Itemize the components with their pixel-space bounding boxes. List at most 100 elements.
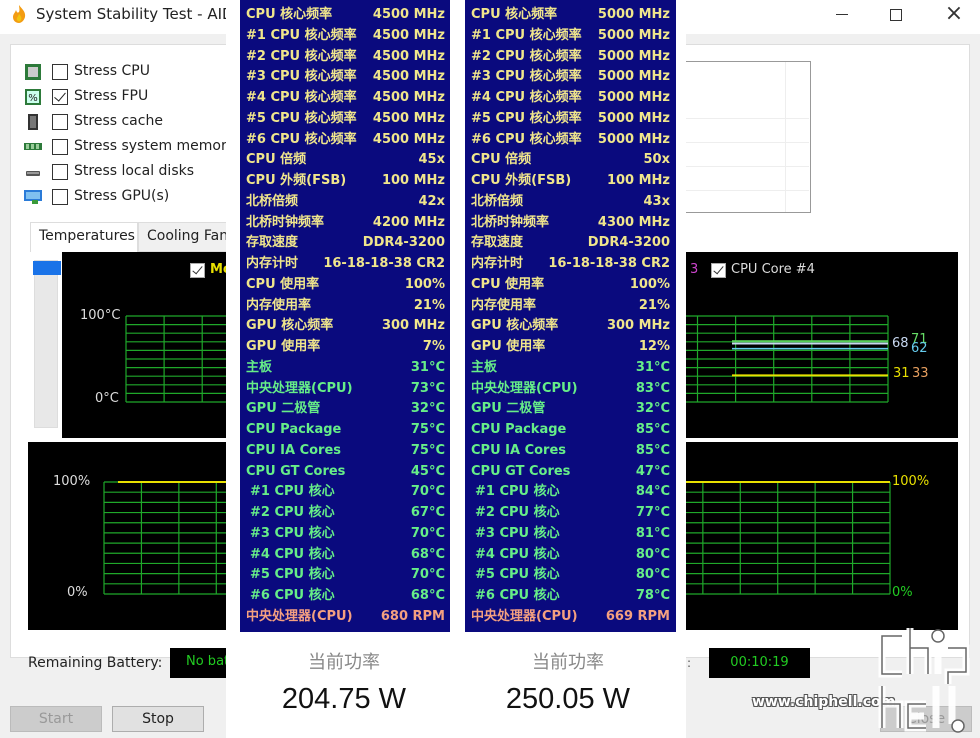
sensor-name: #1 CPU 核心频率 xyxy=(246,27,357,43)
minimize-button[interactable] xyxy=(822,2,862,26)
stress-cpu-checkbox[interactable] xyxy=(52,64,68,80)
sensor-name: #6 CPU 核心 xyxy=(475,588,560,603)
sensor-row: CPU GT Cores 45°C xyxy=(240,462,451,483)
sensor-name: #1 CPU 核心 xyxy=(475,484,560,500)
sensor-row: 北桥时钟频率 4300 MHz xyxy=(465,213,676,234)
sensor-row: 内存使用率 21% xyxy=(465,296,676,317)
stress-gpu-option[interactable]: Stress GPU(s) xyxy=(22,187,242,209)
sensor-value: 42x xyxy=(418,193,445,209)
sensor-row: #6 CPU 核心 68°C xyxy=(240,586,451,607)
sensor-row: #1 CPU 核心频率 5000 MHz xyxy=(465,26,676,47)
sensor-row: CPU GT Cores 47°C xyxy=(465,462,676,483)
sensor-value: 81°C xyxy=(635,525,670,541)
sensor-value: 5000 MHz xyxy=(597,48,670,64)
sensor-name: GPU 核心频率 xyxy=(246,318,334,334)
tab-temperatures[interactable]: Temperatures xyxy=(30,222,138,252)
graph-scrollbar[interactable] xyxy=(33,260,61,428)
sensor-row: GPU 使用率 7% xyxy=(240,337,451,358)
sensor-row: GPU 二极管 32°C xyxy=(240,399,451,420)
sensor-name: CPU IA Cores xyxy=(471,442,567,458)
sensor-row: #2 CPU 核心 67°C xyxy=(240,503,451,524)
usage-axis-top-left: 100% xyxy=(53,474,91,489)
sensor-name: CPU 倍频 xyxy=(246,152,307,168)
sensor-name: CPU 外频(FSB) xyxy=(471,173,572,188)
minimize-icon xyxy=(836,14,848,15)
sensor-value: 4500 MHz xyxy=(372,48,445,64)
stress-gpu-checkbox[interactable] xyxy=(52,189,68,205)
legend-cpu-core-4-label: CPU Core #4 xyxy=(731,262,815,277)
tab-cooling-fans[interactable]: Cooling Fan xyxy=(138,222,238,252)
sensor-name: CPU 使用率 xyxy=(471,276,545,292)
close-window-button[interactable]: × xyxy=(934,2,974,26)
sensor-name: CPU GT Cores xyxy=(246,463,346,479)
sensor-name: #4 CPU 核心频率 xyxy=(246,90,357,105)
sensor-row: CPU 倍频 45x xyxy=(240,150,451,171)
sensor-value: 78°C xyxy=(635,588,670,603)
sensor-row: GPU 二极管 32°C xyxy=(465,399,676,420)
sensor-value: 300 MHz xyxy=(606,318,670,334)
sensor-row: 内存使用率 21% xyxy=(240,296,451,317)
sensor-row: 北桥倍频 43x xyxy=(465,192,676,213)
sensor-value: 45°C xyxy=(410,463,445,479)
start-button[interactable]: Start xyxy=(10,706,102,732)
stress-memory-checkbox[interactable] xyxy=(52,139,68,155)
sensor-value: 669 RPM xyxy=(605,608,670,624)
sensor-row: CPU 核心频率 5000 MHz xyxy=(465,5,676,26)
sensor-name: CPU 使用率 xyxy=(246,276,320,292)
sensor-name: 北桥时钟频率 xyxy=(471,214,550,230)
sensor-name: #2 CPU 核心频率 xyxy=(471,48,582,64)
table-divider xyxy=(677,166,809,167)
usage-axis-top-right: 100% xyxy=(892,474,930,489)
overlay-panel-right: CPU 核心频率 5000 MHz #1 CPU 核心频率 5000 MHz #2 CP… xyxy=(450,0,686,738)
stress-memory-option[interactable]: Stress system memory xyxy=(22,137,242,159)
sensor-value: 100% xyxy=(404,276,445,292)
overlay-panel-left: CPU 核心频率 4500 MHz #1 CPU 核心频率 4500 MHz #2 CP… xyxy=(226,0,462,738)
sensor-value: 7% xyxy=(422,339,445,354)
stress-disks-option[interactable]: Stress local disks xyxy=(22,162,242,184)
table-divider xyxy=(677,118,809,119)
sensor-row: #6 CPU 核心频率 5000 MHz xyxy=(465,130,676,151)
stress-gpu-label: Stress GPU(s) xyxy=(74,188,170,204)
sensor-row: 主板 31°C xyxy=(465,358,676,379)
sensor-row: GPU 使用率 12% xyxy=(465,337,676,358)
sensor-row: #1 CPU 核心 70°C xyxy=(240,482,451,503)
sensor-name: 中央处理器(CPU) xyxy=(471,608,578,624)
sensor-value: 5000 MHz xyxy=(597,27,670,43)
stress-cpu-option[interactable]: Stress CPU xyxy=(22,62,242,84)
sensor-value: 100 MHz xyxy=(606,173,670,188)
flame-icon xyxy=(13,5,26,23)
stop-button[interactable]: Stop xyxy=(112,706,204,732)
sensor-name: #3 CPU 核心频率 xyxy=(471,69,582,85)
sensor-value: 75°C xyxy=(410,442,445,458)
legend-checkbox-motherboard[interactable] xyxy=(190,263,205,278)
scrollbar-thumb[interactable] xyxy=(33,261,61,275)
sensor-name: #3 CPU 核心 xyxy=(250,525,335,541)
stress-fpu-checkbox[interactable] xyxy=(52,89,68,105)
usage-axis-bottom-right: 0% xyxy=(892,585,913,600)
sensor-value: 85°C xyxy=(635,422,670,437)
legend-checkbox-cpu-core-4[interactable] xyxy=(711,263,726,278)
sensor-row: 存取速度 DDR4-3200 xyxy=(465,233,676,254)
sensor-name: 北桥时钟频率 xyxy=(246,214,325,230)
stress-disks-checkbox[interactable] xyxy=(52,164,68,180)
sensor-value: 47°C xyxy=(635,463,670,479)
sensor-name: 中央处理器(CPU) xyxy=(471,380,578,396)
stress-memory-label: Stress system memory xyxy=(74,138,236,154)
status-table xyxy=(676,61,811,213)
sensor-value: 67°C xyxy=(410,505,445,520)
stress-cache-option[interactable]: Stress cache xyxy=(22,112,242,134)
watermark-url: www.chiphell.com xyxy=(752,694,896,710)
power-value-left: 204.75 W xyxy=(281,683,407,715)
sensor-value: 680 RPM xyxy=(380,608,445,624)
stress-fpu-option[interactable]: % Stress FPU xyxy=(22,87,242,109)
stress-cache-checkbox[interactable] xyxy=(52,114,68,130)
maximize-button[interactable] xyxy=(876,2,916,26)
temp-value-label: 62 xyxy=(911,341,928,356)
sensor-name: 内存计时 xyxy=(246,256,299,271)
sensor-name: CPU 外频(FSB) xyxy=(246,173,347,188)
sensor-row: CPU 外频(FSB) 100 MHz xyxy=(240,171,451,192)
table-column-divider xyxy=(785,62,786,212)
sensor-name: 北桥倍频 xyxy=(471,193,524,209)
sensor-value: 4500 MHz xyxy=(372,27,445,43)
temp-value-label: 68 xyxy=(892,336,909,351)
